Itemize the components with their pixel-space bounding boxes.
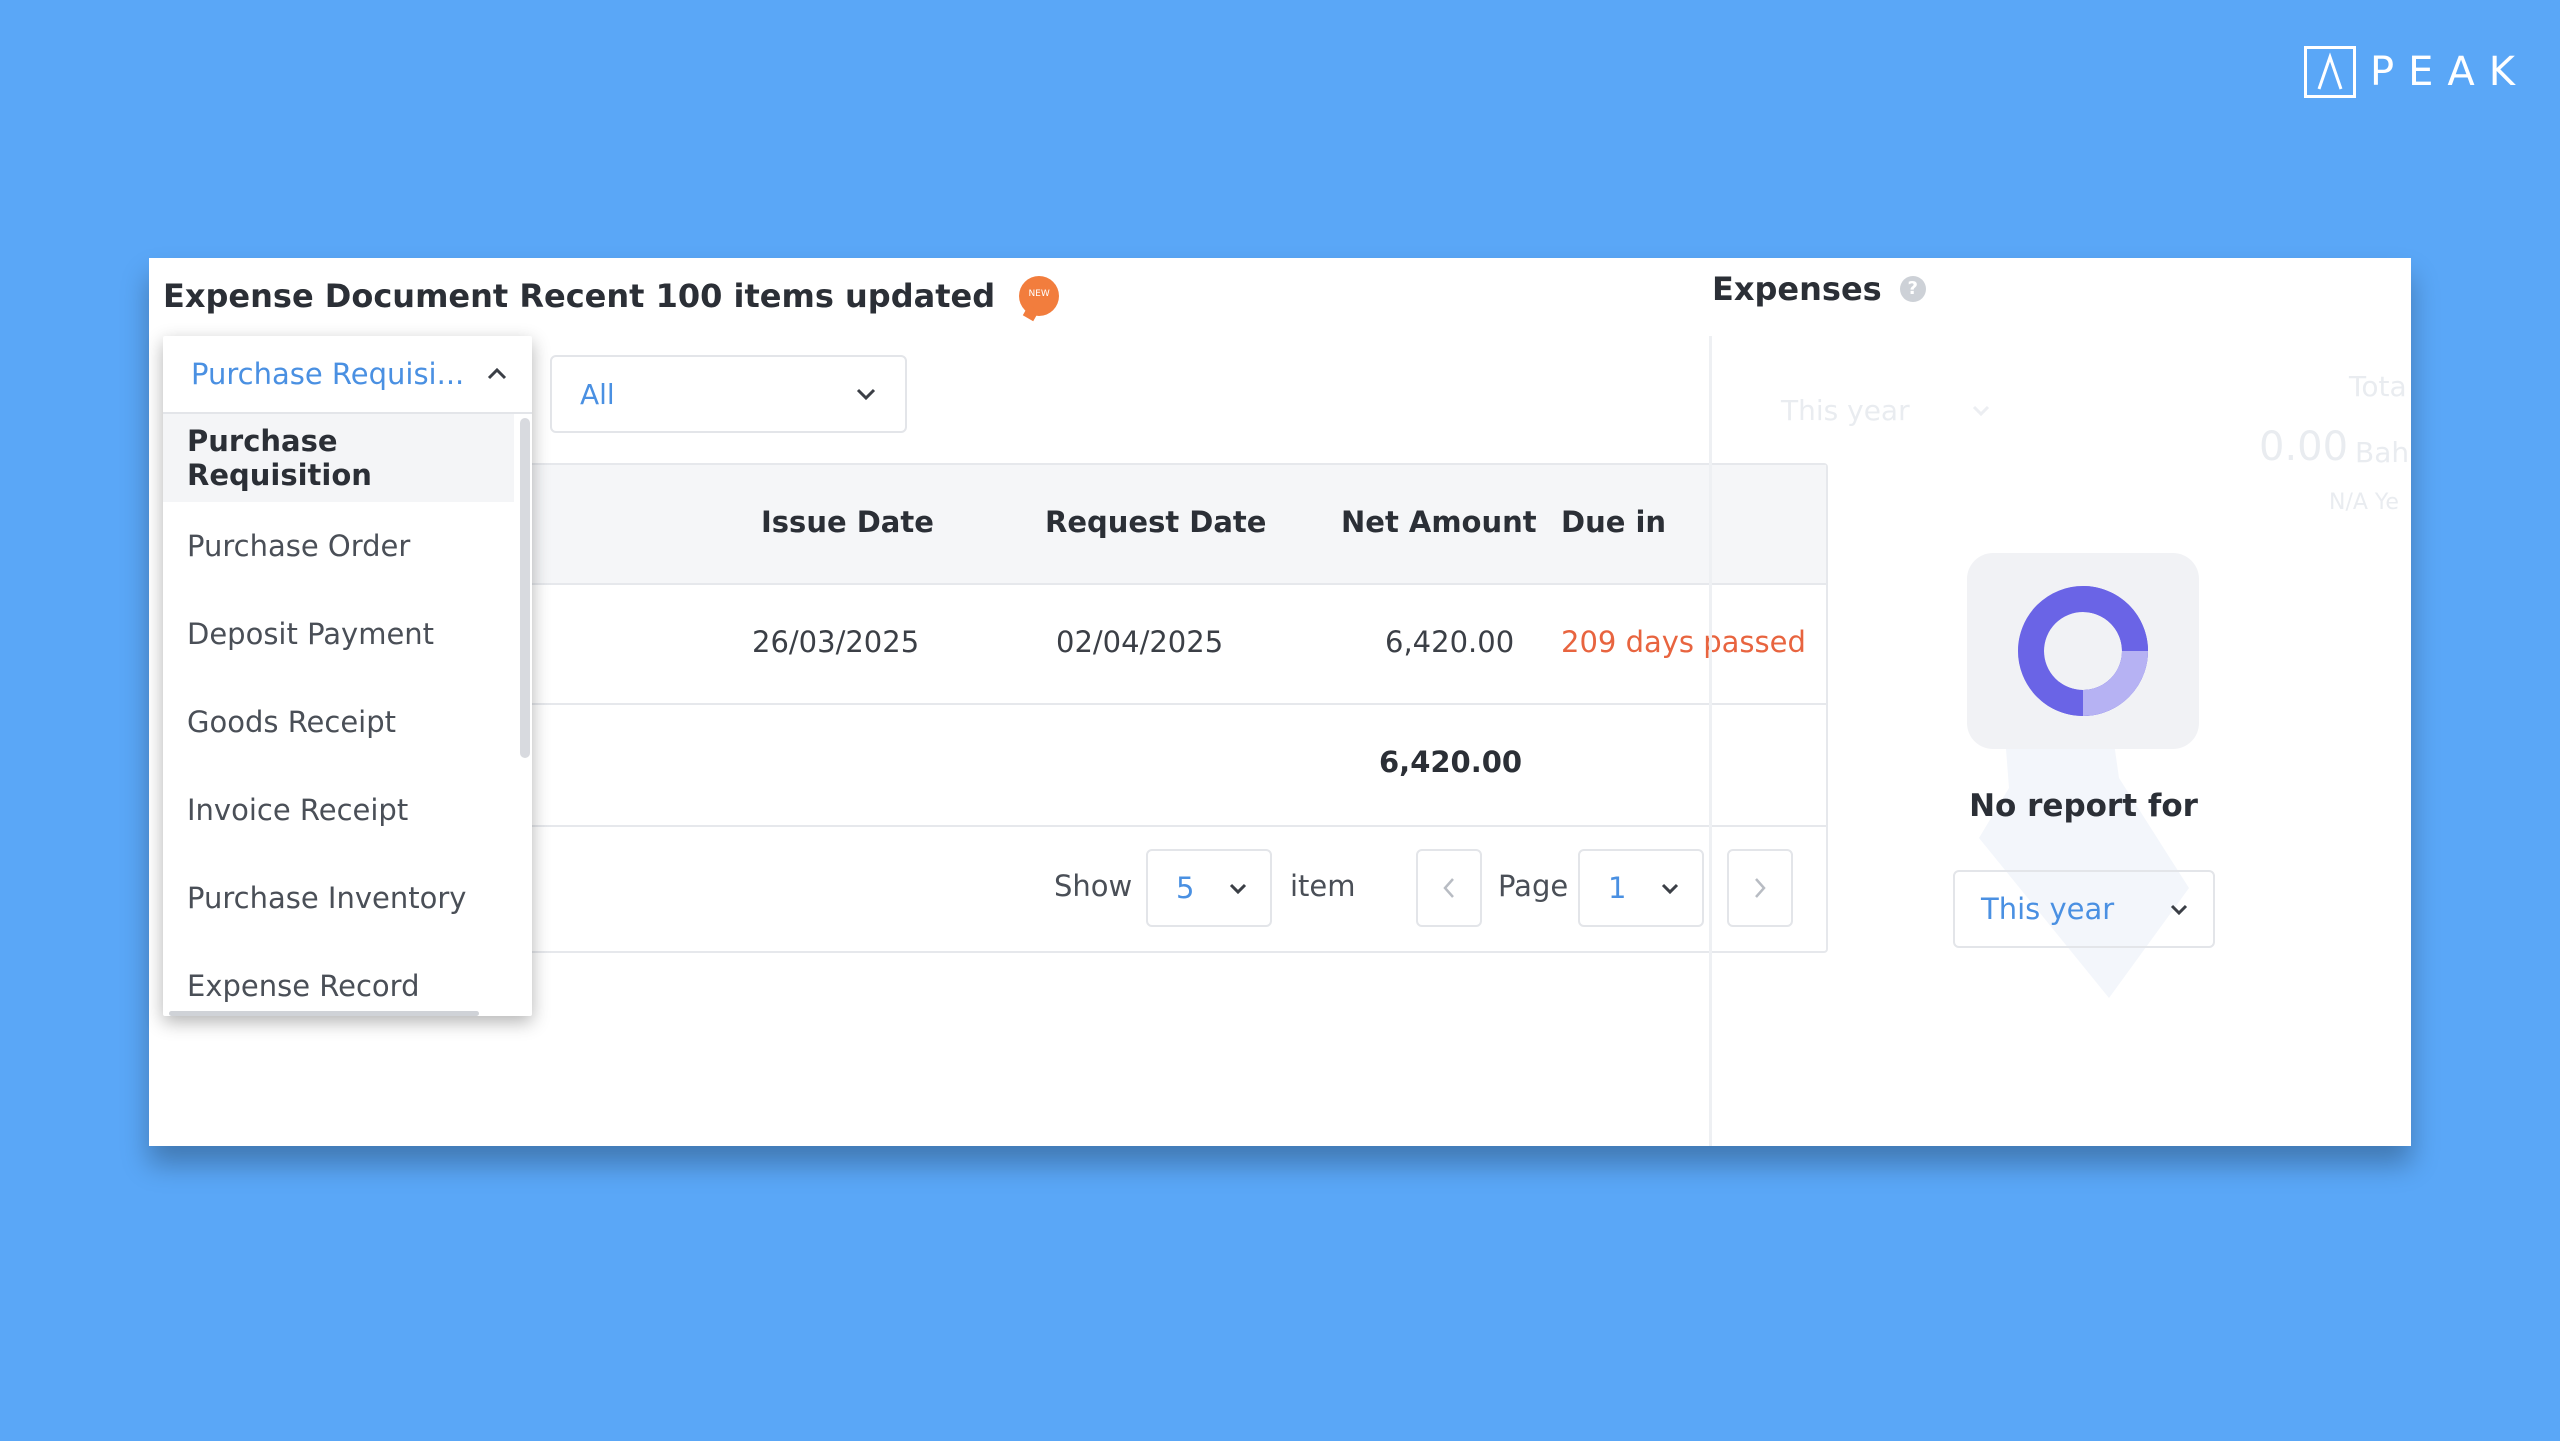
chevron-right-icon: [1755, 878, 1766, 898]
page-select[interactable]: 1: [1578, 849, 1704, 927]
cell-issue-date: 26/03/2025: [752, 625, 920, 659]
donut-icon: [2017, 586, 2148, 716]
doc-type-select-value: Purchase Requisi...: [191, 357, 465, 391]
page-size-value: 5: [1176, 871, 1195, 905]
page-label: Page: [1498, 869, 1569, 903]
doc-type-select[interactable]: Purchase Requisi...: [163, 336, 532, 414]
cell-request-date: 02/04/2025: [1056, 625, 1224, 659]
col-request-date[interactable]: Request Date: [1045, 505, 1266, 539]
chevron-up-icon: [487, 367, 507, 380]
chevron-down-icon: [1661, 883, 1679, 894]
col-due-in[interactable]: Due in: [1561, 505, 1666, 539]
show-label: Show: [1054, 869, 1133, 903]
cell-net-amount: 6,420.00: [1385, 625, 1515, 659]
dropdown-horizontal-scrollbar[interactable]: [169, 1011, 479, 1016]
table-total-row: 6,420.00: [523, 705, 1826, 827]
doc-type-options: Purchase Requisition Purchase Order Depo…: [163, 414, 532, 1016]
dropdown-scrollbar[interactable]: [520, 418, 530, 758]
expenses-header: Expenses ?: [1712, 270, 1926, 308]
chevron-left-icon: [1443, 878, 1454, 898]
doc-type-dropdown[interactable]: Purchase Requisi... Purchase Requisition…: [163, 336, 532, 1016]
faded-sub: N/A Ye: [2329, 490, 2399, 515]
faded-amount: 0.00: [2259, 424, 2349, 470]
table-row[interactable]: 26/03/2025 02/04/2025 6,420.00 209 days …: [523, 585, 1826, 705]
period-select[interactable]: This year: [1953, 870, 2215, 948]
faded-unit: Bah: [2355, 436, 2410, 469]
empty-chart-icon: [1967, 553, 2199, 749]
faded-period: This year: [1781, 394, 1910, 427]
col-issue-date[interactable]: Issue Date: [761, 505, 934, 539]
recent-docs-title: Expense Document Recent 100 items update…: [163, 277, 996, 315]
option-invoice-receipt[interactable]: Invoice Receipt: [163, 766, 514, 854]
new-badge: NEW: [1019, 276, 1060, 316]
option-purchase-requisition[interactable]: Purchase Requisition: [163, 414, 514, 502]
pagination: Show 5 item Page 1: [523, 827, 1826, 951]
cell-due-in: 209 days passed: [1561, 625, 1806, 659]
chevron-down-icon: [2170, 904, 2188, 915]
status-select-value: All: [580, 377, 615, 411]
chevron-down-icon: [856, 388, 876, 401]
page-value: 1: [1608, 871, 1627, 905]
table-header: Issue Date Request Date Net Amount Due i…: [523, 465, 1826, 585]
prev-page-button[interactable]: [1416, 849, 1482, 927]
col-net-amount[interactable]: Net Amount: [1341, 505, 1537, 539]
period-select-value: This year: [1981, 892, 2115, 926]
page-size-select[interactable]: 5: [1146, 849, 1272, 927]
total-amount: 6,420.00: [1379, 745, 1523, 779]
option-goods-receipt[interactable]: Goods Receipt: [163, 678, 514, 766]
dashboard-card: Expense Document Recent 100 items update…: [149, 258, 2411, 1146]
peak-logo-text: PEAK: [2370, 49, 2529, 95]
option-expense-record[interactable]: Expense Record: [163, 942, 514, 1016]
status-select[interactable]: All: [550, 355, 907, 433]
option-purchase-inventory[interactable]: Purchase Inventory: [163, 854, 514, 942]
panel-divider: [1709, 336, 1712, 1146]
help-icon[interactable]: ?: [1899, 276, 1926, 302]
faded-total-label: Tota: [2349, 370, 2407, 403]
chevron-down-icon: [1229, 883, 1247, 894]
no-report-message: No report for: [1969, 788, 2198, 824]
option-deposit-payment[interactable]: Deposit Payment: [163, 590, 514, 678]
peak-logo: PEAK: [2304, 46, 2529, 98]
option-purchase-order[interactable]: Purchase Order: [163, 502, 514, 590]
recent-docs-header: Expense Document Recent 100 items update…: [163, 276, 1060, 316]
peak-logo-mark: [2304, 46, 2356, 98]
item-label: item: [1290, 869, 1356, 903]
next-page-button[interactable]: [1727, 849, 1793, 927]
recent-docs-table: Issue Date Request Date Net Amount Due i…: [521, 463, 1828, 953]
faded-chevron-icon: [1972, 405, 1990, 417]
expenses-title: Expenses: [1712, 270, 1882, 308]
